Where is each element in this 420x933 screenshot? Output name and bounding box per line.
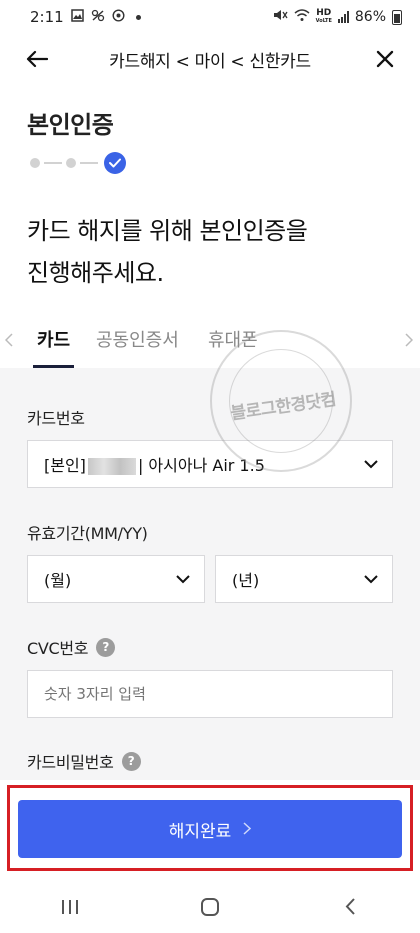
auth-tabs: 카드 공동인증서 휴대폰 — [0, 316, 420, 368]
back-button[interactable] — [22, 44, 52, 74]
card-number-label: 카드번호 — [27, 405, 85, 429]
status-dot — [135, 14, 141, 20]
tab-phone[interactable]: 휴대폰 — [208, 326, 258, 368]
intro-line-1: 카드 해지를 위해 본인인증을 — [27, 217, 308, 245]
tab-scroll-right-button[interactable] — [402, 328, 416, 352]
card-owner-tag: [본인] — [44, 456, 86, 475]
cvc-label-text: CVC번호 — [27, 639, 89, 658]
card-password-label: 카드비밀번호 ? — [27, 749, 141, 773]
progress-stepper — [30, 152, 126, 174]
close-button[interactable] — [370, 44, 400, 74]
chevron-down-icon — [364, 457, 378, 471]
expiry-label: 유효기간(MM/YY) — [27, 520, 148, 544]
hd-badge: HD VoLTE — [316, 9, 332, 25]
home-icon — [201, 897, 219, 916]
card-number-select[interactable]: [본인] | 아시아나 Air 1.5 — [27, 440, 393, 488]
notification-icon — [91, 9, 105, 26]
help-icon[interactable]: ? — [96, 637, 116, 657]
cvc-label: CVC번호 ? — [27, 635, 116, 659]
expiry-year-value: (년) — [232, 571, 260, 590]
intro-text: 카드 해지를 위해 본인인증을 진행해주세요. — [27, 210, 308, 294]
header-title: 카드해지 < 마이 < 신한카드 — [109, 51, 311, 72]
intro-line-2: 진행해주세요. — [27, 259, 164, 287]
step-2 — [66, 158, 76, 168]
mute-icon — [272, 8, 288, 26]
battery-percent: 86% — [354, 9, 386, 25]
volte-label: VoLTE — [315, 18, 332, 24]
expiry-year-select[interactable]: (년) — [215, 555, 393, 603]
status-bar: 2:11 HD VoLTE 86% — [0, 0, 420, 34]
expiry-label-text: 유효기간(MM/YY) — [27, 524, 148, 543]
chevron-right-icon — [243, 819, 252, 840]
cvc-input[interactable] — [27, 670, 393, 718]
system-nav-bar — [0, 880, 420, 933]
status-left: 2:11 — [30, 8, 141, 26]
help-icon[interactable]: ? — [121, 751, 141, 771]
battery-icon — [392, 9, 402, 25]
cta-label: 해지완료 — [168, 821, 232, 842]
card-name: | 아시아나 Air 1.5 — [137, 456, 265, 475]
expiry-month-select[interactable]: (월) — [27, 555, 205, 603]
check-icon — [109, 158, 121, 168]
chevron-down-icon — [176, 572, 190, 586]
status-right: HD VoLTE 86% — [272, 8, 402, 26]
step-line-2 — [80, 162, 98, 164]
step-3-current — [104, 152, 126, 174]
masked-card-number — [87, 458, 136, 475]
chevron-left-icon — [4, 333, 13, 347]
step-1 — [30, 158, 40, 168]
tab-scroll-left-button[interactable] — [2, 328, 16, 352]
recent-apps-button[interactable] — [40, 887, 100, 927]
tab-certificate[interactable]: 공동인증서 — [96, 326, 179, 368]
signal-icon — [337, 11, 349, 23]
wifi-icon — [294, 8, 310, 26]
chevron-right-icon — [405, 333, 414, 347]
expiry-month-value: (월) — [44, 571, 72, 590]
app-icon — [112, 8, 125, 26]
page-title: 본인인증 — [27, 111, 114, 139]
chevron-down-icon — [364, 572, 378, 586]
hd-label: HD — [316, 8, 332, 18]
home-button[interactable] — [180, 887, 240, 927]
card-number-value: [본인] | 아시아나 Air 1.5 — [44, 452, 265, 476]
recent-apps-icon — [62, 899, 78, 914]
chevron-left-icon — [345, 898, 355, 915]
tab-card[interactable]: 카드 — [32, 326, 75, 368]
status-time: 2:11 — [30, 8, 64, 26]
cancel-complete-button[interactable]: 해지완료 — [18, 800, 402, 858]
app-header: 카드해지 < 마이 < 신한카드 — [0, 34, 420, 84]
gallery-icon — [70, 8, 84, 26]
close-icon — [376, 50, 394, 68]
step-line-1 — [44, 162, 62, 164]
arrow-left-icon — [26, 50, 48, 68]
card-number-label-text: 카드번호 — [27, 409, 85, 428]
card-password-label-text: 카드비밀번호 — [27, 753, 114, 772]
system-back-button[interactable] — [320, 887, 380, 927]
